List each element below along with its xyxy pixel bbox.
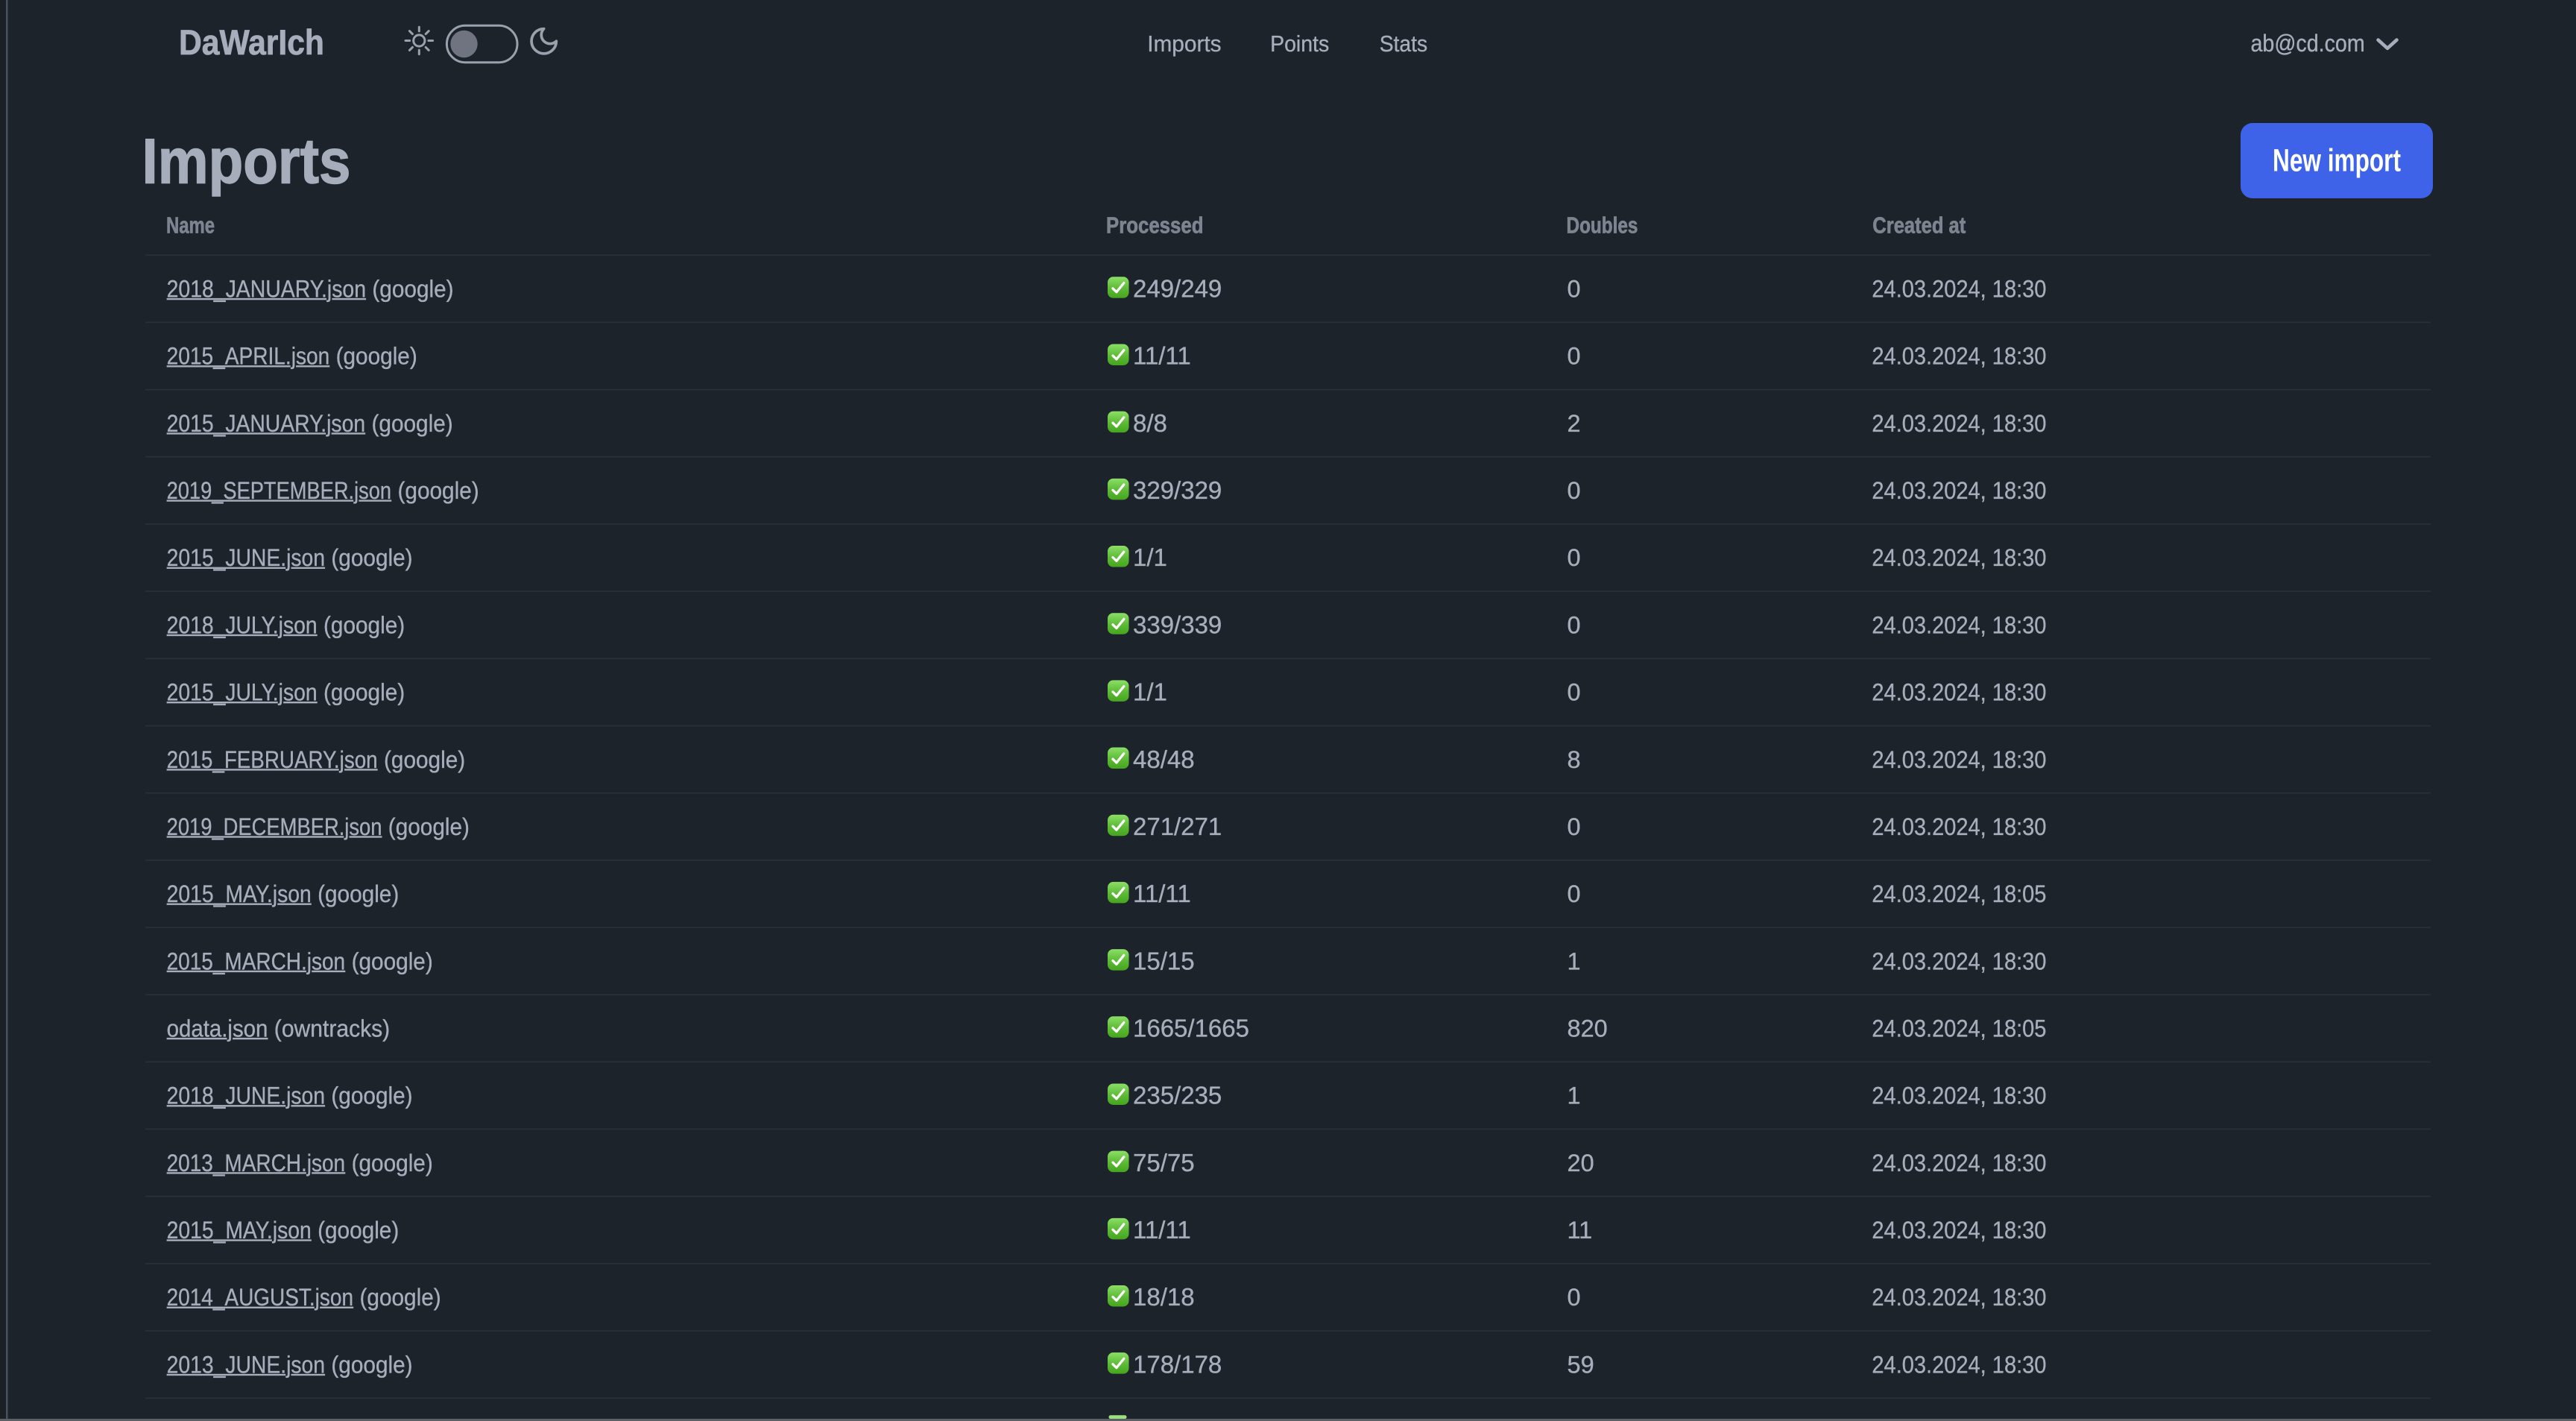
svg-text:15/15: 15/15 xyxy=(1133,947,1195,974)
svg-text:0: 0 xyxy=(1568,544,1581,571)
svg-text:24.03.2024, 18:05: 24.03.2024, 18:05 xyxy=(1872,881,2046,908)
svg-text:0: 0 xyxy=(1568,477,1581,504)
svg-text:235/235: 235/235 xyxy=(1133,1082,1222,1109)
svg-text:24.03.2024, 18:30: 24.03.2024, 18:30 xyxy=(1872,478,2046,505)
svg-text:24.03.2024, 18:30: 24.03.2024, 18:30 xyxy=(1872,343,2046,370)
svg-text:24.03.2024, 18:30: 24.03.2024, 18:30 xyxy=(1872,1285,2046,1311)
svg-text:Points: Points xyxy=(1270,31,1329,57)
svg-text:Imports: Imports xyxy=(1147,31,1221,57)
svg-text:(google): (google) xyxy=(336,343,417,370)
svg-text:24.03.2024, 18:30: 24.03.2024, 18:30 xyxy=(1872,679,2046,706)
svg-text:24.03.2024, 18:30: 24.03.2024, 18:30 xyxy=(1872,612,2046,639)
svg-text:(google): (google) xyxy=(318,1217,399,1244)
svg-text:24.03.2024, 18:30: 24.03.2024, 18:30 xyxy=(1872,1217,2046,1244)
svg-text:271/271: 271/271 xyxy=(1133,813,1222,840)
svg-text:0: 0 xyxy=(1568,276,1581,303)
svg-text:24.03.2024, 18:30: 24.03.2024, 18:30 xyxy=(1872,948,2046,975)
svg-text:24.03.2024, 18:30: 24.03.2024, 18:30 xyxy=(1872,747,2046,774)
svg-text:Doubles: Doubles xyxy=(1567,212,1638,238)
svg-text:Stats: Stats xyxy=(1380,31,1427,57)
svg-text:Imports: Imports xyxy=(142,126,351,197)
svg-text:(google): (google) xyxy=(323,611,405,638)
svg-text:8/8: 8/8 xyxy=(1133,409,1167,437)
svg-text:329/329: 329/329 xyxy=(1133,476,1222,504)
svg-text:(google): (google) xyxy=(331,544,412,571)
svg-text:Name: Name xyxy=(166,212,215,239)
svg-text:59: 59 xyxy=(1568,1351,1594,1378)
svg-text:24.03.2024, 18:30: 24.03.2024, 18:30 xyxy=(1872,545,2046,572)
svg-text:(google): (google) xyxy=(398,477,479,504)
svg-text:(google): (google) xyxy=(352,948,433,974)
svg-text:(google): (google) xyxy=(360,1284,441,1311)
svg-text:ab@cd.com: ab@cd.com xyxy=(2251,31,2365,57)
svg-text:(google): (google) xyxy=(352,1150,433,1176)
svg-text:178/178: 178/178 xyxy=(1133,1350,1222,1378)
svg-text:339/339: 339/339 xyxy=(1133,611,1222,638)
svg-text:(owntracks): (owntracks) xyxy=(274,1015,390,1042)
svg-text:24.03.2024, 18:30: 24.03.2024, 18:30 xyxy=(1872,1150,2046,1177)
svg-text:11/11: 11/11 xyxy=(1133,880,1191,907)
svg-text:1/1: 1/1 xyxy=(1133,678,1167,706)
svg-text:1665/1665: 1665/1665 xyxy=(1133,1015,1249,1042)
svg-text:0: 0 xyxy=(1568,679,1581,706)
svg-text:24.03.2024, 18:30: 24.03.2024, 18:30 xyxy=(1872,814,2046,841)
svg-text:0: 0 xyxy=(1568,1284,1581,1311)
svg-text:24.03.2024, 18:30: 24.03.2024, 18:30 xyxy=(1872,276,2046,303)
svg-text:48/48: 48/48 xyxy=(1133,746,1195,773)
svg-text:New import: New import xyxy=(2273,142,2401,178)
svg-text:Created at: Created at xyxy=(1872,213,1966,239)
svg-text:8: 8 xyxy=(1568,746,1581,773)
svg-text:2: 2 xyxy=(1568,410,1581,437)
svg-text:0: 0 xyxy=(1568,813,1581,840)
svg-text:24.03.2024, 18:30: 24.03.2024, 18:30 xyxy=(1872,1083,2046,1109)
svg-text:(google): (google) xyxy=(372,410,453,437)
svg-text:(google): (google) xyxy=(388,813,470,840)
svg-text:0: 0 xyxy=(1568,611,1581,638)
svg-text:18/18: 18/18 xyxy=(1133,1283,1195,1311)
svg-text:1: 1 xyxy=(1568,1083,1581,1109)
svg-text:(google): (google) xyxy=(384,746,465,773)
svg-text:820: 820 xyxy=(1568,1015,1608,1042)
svg-text:Processed: Processed xyxy=(1106,212,1203,239)
svg-text:249/249: 249/249 xyxy=(1133,275,1222,303)
svg-text:(google): (google) xyxy=(372,276,453,303)
svg-text:1: 1 xyxy=(1568,948,1581,974)
svg-text:24.03.2024, 18:05: 24.03.2024, 18:05 xyxy=(1872,1015,2046,1042)
svg-text:11/11: 11/11 xyxy=(1133,342,1191,370)
svg-text:11: 11 xyxy=(1568,1217,1593,1244)
svg-text:(google): (google) xyxy=(331,1351,412,1378)
svg-text:24.03.2024, 18:30: 24.03.2024, 18:30 xyxy=(1872,1352,2046,1379)
svg-text:DaWarIch: DaWarIch xyxy=(179,22,324,63)
svg-text:0: 0 xyxy=(1568,880,1581,907)
svg-text:(google): (google) xyxy=(318,880,399,907)
svg-text:20: 20 xyxy=(1568,1150,1594,1176)
svg-text:(google): (google) xyxy=(323,679,405,706)
svg-text:1/1: 1/1 xyxy=(1133,543,1167,571)
svg-text:75/75: 75/75 xyxy=(1133,1149,1195,1176)
svg-text:(google): (google) xyxy=(331,1083,412,1109)
svg-text:11/11: 11/11 xyxy=(1133,1216,1191,1244)
svg-text:0: 0 xyxy=(1568,343,1581,370)
svg-text:24.03.2024, 18:30: 24.03.2024, 18:30 xyxy=(1872,411,2046,438)
